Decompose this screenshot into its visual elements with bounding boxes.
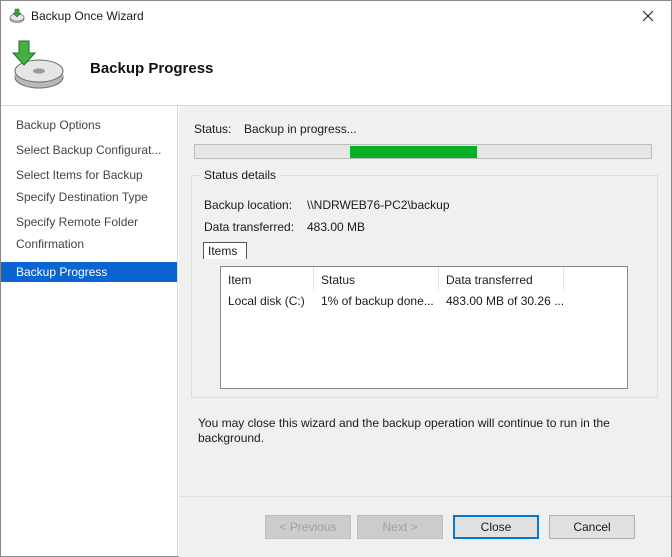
wizard-window: Backup Once Wizard Backup Progress Backu… xyxy=(0,0,672,557)
row-data-cell: 483.00 MB of 30.26 ... xyxy=(446,294,564,308)
status-label: Status: xyxy=(194,122,232,136)
wizard-steps-sidebar: Backup Options Select Backup Configurat.… xyxy=(1,106,178,556)
close-icon[interactable] xyxy=(625,1,671,31)
close-note: You may close this wizard and the backup… xyxy=(198,416,610,445)
backup-location-value: \\NDRWEB76-PC2\backup xyxy=(307,198,450,212)
column-header-data-transferred[interactable]: Data transferred xyxy=(439,267,564,291)
status-details-legend: Status details xyxy=(200,168,281,182)
wizard-header: Backup Progress xyxy=(1,31,671,106)
step-backup-options[interactable]: Backup Options xyxy=(1,115,177,135)
backup-disk-arrow-icon xyxy=(9,37,65,93)
content-panel: Status: Backup in progress... Status det… xyxy=(179,106,671,496)
step-backup-progress[interactable]: Backup Progress xyxy=(1,262,177,282)
page-heading: Backup Progress xyxy=(90,60,214,77)
column-header-status[interactable]: Status xyxy=(314,267,439,291)
tab-items[interactable]: Items xyxy=(203,242,247,259)
row-status-cell: 1% of backup done... xyxy=(321,294,434,308)
step-remote-folder[interactable]: Specify Remote Folder xyxy=(1,212,177,232)
status-value: Backup in progress... xyxy=(244,122,357,136)
step-select-backup-configuration[interactable]: Select Backup Configurat... xyxy=(1,140,177,160)
column-header-item[interactable]: Item xyxy=(221,267,314,291)
step-confirmation[interactable]: Confirmation xyxy=(1,234,177,254)
step-select-items[interactable]: Select Items for Backup xyxy=(1,165,177,185)
row-item-cell: Local disk (C:) xyxy=(228,294,305,308)
previous-button[interactable]: < Previous xyxy=(265,515,351,539)
items-list-header: Item Status Data transferred xyxy=(221,267,627,291)
window-title: Backup Once Wizard xyxy=(31,9,144,23)
button-bar: < Previous Next > Close Cancel xyxy=(179,496,671,557)
step-destination-type[interactable]: Specify Destination Type xyxy=(1,187,177,207)
data-transferred-label: Data transferred: xyxy=(204,220,295,234)
items-list[interactable]: Item Status Data transferred Local disk … xyxy=(220,266,628,389)
next-button[interactable]: Next > xyxy=(357,515,443,539)
close-button[interactable]: Close xyxy=(453,515,539,539)
backup-disk-icon xyxy=(9,8,25,24)
backup-progress-bar xyxy=(194,144,652,159)
title-bar[interactable]: Backup Once Wizard xyxy=(1,1,671,31)
data-transferred-value: 483.00 MB xyxy=(307,220,366,234)
cancel-button[interactable]: Cancel xyxy=(549,515,635,539)
backup-location-label: Backup location: xyxy=(204,198,293,212)
progress-marquee-chunk xyxy=(350,146,477,158)
